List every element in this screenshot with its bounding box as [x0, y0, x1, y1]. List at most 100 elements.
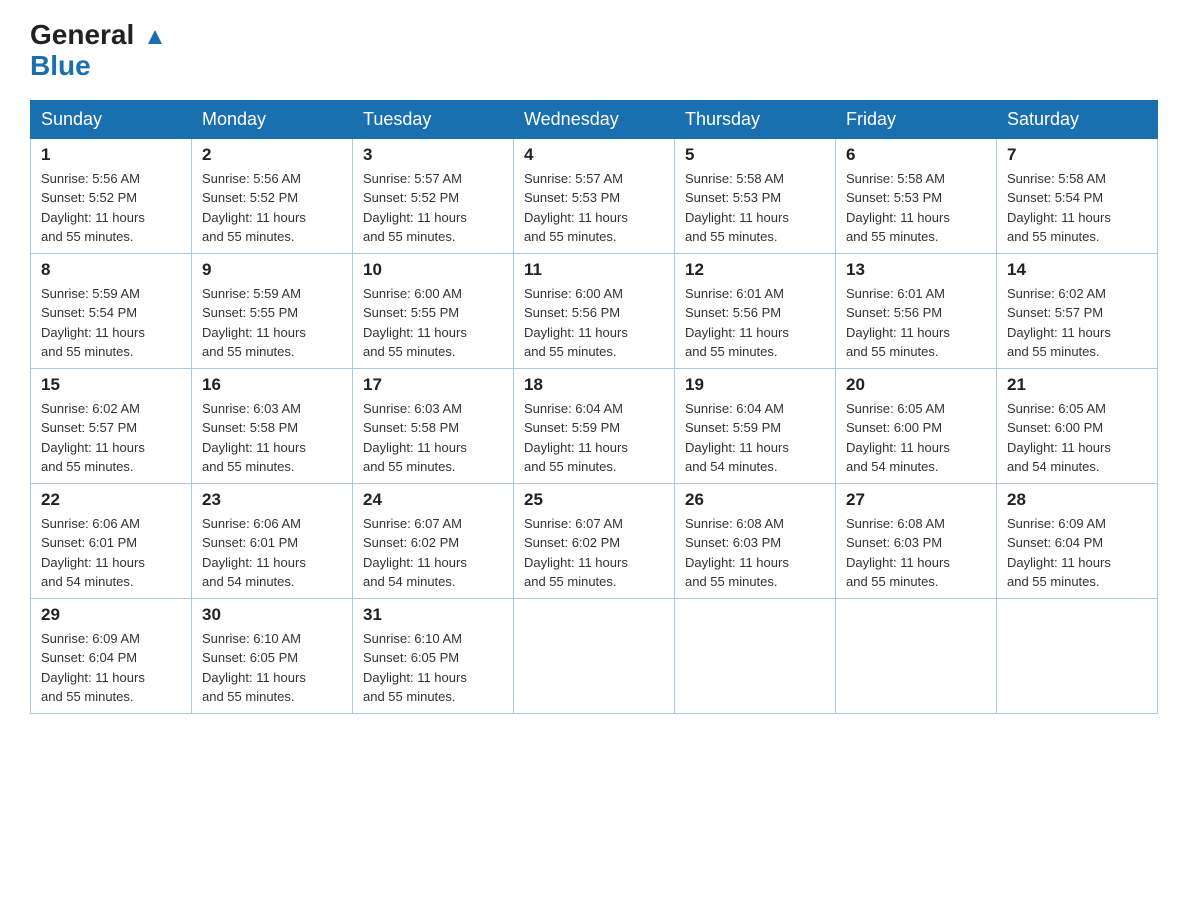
calendar-cell: 5 Sunrise: 5:58 AMSunset: 5:53 PMDayligh…	[675, 138, 836, 253]
day-info: Sunrise: 6:00 AMSunset: 5:55 PMDaylight:…	[363, 286, 467, 360]
day-number: 8	[41, 260, 181, 280]
calendar-cell: 9 Sunrise: 5:59 AMSunset: 5:55 PMDayligh…	[192, 253, 353, 368]
day-number: 31	[363, 605, 503, 625]
day-info: Sunrise: 6:05 AMSunset: 6:00 PMDaylight:…	[846, 401, 950, 475]
calendar-cell: 15 Sunrise: 6:02 AMSunset: 5:57 PMDaylig…	[31, 368, 192, 483]
day-info: Sunrise: 6:07 AMSunset: 6:02 PMDaylight:…	[524, 516, 628, 590]
day-header-wednesday: Wednesday	[514, 100, 675, 138]
day-header-thursday: Thursday	[675, 100, 836, 138]
day-info: Sunrise: 6:02 AMSunset: 5:57 PMDaylight:…	[41, 401, 145, 475]
calendar-cell: 19 Sunrise: 6:04 AMSunset: 5:59 PMDaylig…	[675, 368, 836, 483]
week-row: 15 Sunrise: 6:02 AMSunset: 5:57 PMDaylig…	[31, 368, 1158, 483]
day-info: Sunrise: 6:02 AMSunset: 5:57 PMDaylight:…	[1007, 286, 1111, 360]
day-number: 12	[685, 260, 825, 280]
calendar-cell: 31 Sunrise: 6:10 AMSunset: 6:05 PMDaylig…	[353, 598, 514, 713]
day-info: Sunrise: 5:58 AMSunset: 5:54 PMDaylight:…	[1007, 171, 1111, 245]
day-info: Sunrise: 6:03 AMSunset: 5:58 PMDaylight:…	[363, 401, 467, 475]
day-number: 28	[1007, 490, 1147, 510]
calendar-cell: 6 Sunrise: 5:58 AMSunset: 5:53 PMDayligh…	[836, 138, 997, 253]
calendar-cell: 8 Sunrise: 5:59 AMSunset: 5:54 PMDayligh…	[31, 253, 192, 368]
day-info: Sunrise: 6:01 AMSunset: 5:56 PMDaylight:…	[685, 286, 789, 360]
calendar-cell: 29 Sunrise: 6:09 AMSunset: 6:04 PMDaylig…	[31, 598, 192, 713]
logo-general-text: General	[30, 20, 166, 51]
day-info: Sunrise: 6:03 AMSunset: 5:58 PMDaylight:…	[202, 401, 306, 475]
day-number: 20	[846, 375, 986, 395]
day-number: 18	[524, 375, 664, 395]
day-info: Sunrise: 6:08 AMSunset: 6:03 PMDaylight:…	[846, 516, 950, 590]
day-number: 2	[202, 145, 342, 165]
day-number: 16	[202, 375, 342, 395]
day-info: Sunrise: 6:09 AMSunset: 6:04 PMDaylight:…	[1007, 516, 1111, 590]
day-number: 25	[524, 490, 664, 510]
calendar-table: SundayMondayTuesdayWednesdayThursdayFrid…	[30, 100, 1158, 714]
calendar-cell: 27 Sunrise: 6:08 AMSunset: 6:03 PMDaylig…	[836, 483, 997, 598]
day-number: 17	[363, 375, 503, 395]
day-number: 4	[524, 145, 664, 165]
day-number: 1	[41, 145, 181, 165]
day-number: 13	[846, 260, 986, 280]
calendar-cell: 11 Sunrise: 6:00 AMSunset: 5:56 PMDaylig…	[514, 253, 675, 368]
day-info: Sunrise: 6:06 AMSunset: 6:01 PMDaylight:…	[202, 516, 306, 590]
day-header-saturday: Saturday	[997, 100, 1158, 138]
week-row: 1 Sunrise: 5:56 AMSunset: 5:52 PMDayligh…	[31, 138, 1158, 253]
calendar-cell: 25 Sunrise: 6:07 AMSunset: 6:02 PMDaylig…	[514, 483, 675, 598]
day-header-monday: Monday	[192, 100, 353, 138]
calendar-cell: 16 Sunrise: 6:03 AMSunset: 5:58 PMDaylig…	[192, 368, 353, 483]
calendar-cell: 23 Sunrise: 6:06 AMSunset: 6:01 PMDaylig…	[192, 483, 353, 598]
day-number: 14	[1007, 260, 1147, 280]
calendar-cell: 10 Sunrise: 6:00 AMSunset: 5:55 PMDaylig…	[353, 253, 514, 368]
day-info: Sunrise: 5:57 AMSunset: 5:53 PMDaylight:…	[524, 171, 628, 245]
day-info: Sunrise: 6:08 AMSunset: 6:03 PMDaylight:…	[685, 516, 789, 590]
day-number: 15	[41, 375, 181, 395]
day-info: Sunrise: 6:09 AMSunset: 6:04 PMDaylight:…	[41, 631, 145, 705]
day-info: Sunrise: 6:10 AMSunset: 6:05 PMDaylight:…	[202, 631, 306, 705]
calendar-cell: 4 Sunrise: 5:57 AMSunset: 5:53 PMDayligh…	[514, 138, 675, 253]
logo: General Blue	[30, 20, 166, 82]
day-number: 11	[524, 260, 664, 280]
calendar-cell	[514, 598, 675, 713]
week-row: 29 Sunrise: 6:09 AMSunset: 6:04 PMDaylig…	[31, 598, 1158, 713]
week-row: 8 Sunrise: 5:59 AMSunset: 5:54 PMDayligh…	[31, 253, 1158, 368]
day-info: Sunrise: 6:07 AMSunset: 6:02 PMDaylight:…	[363, 516, 467, 590]
day-header-friday: Friday	[836, 100, 997, 138]
day-info: Sunrise: 5:56 AMSunset: 5:52 PMDaylight:…	[202, 171, 306, 245]
calendar-cell	[997, 598, 1158, 713]
header-row: SundayMondayTuesdayWednesdayThursdayFrid…	[31, 100, 1158, 138]
calendar-cell: 1 Sunrise: 5:56 AMSunset: 5:52 PMDayligh…	[31, 138, 192, 253]
day-number: 10	[363, 260, 503, 280]
day-number: 19	[685, 375, 825, 395]
calendar-cell: 18 Sunrise: 6:04 AMSunset: 5:59 PMDaylig…	[514, 368, 675, 483]
calendar-cell: 24 Sunrise: 6:07 AMSunset: 6:02 PMDaylig…	[353, 483, 514, 598]
calendar-cell	[836, 598, 997, 713]
day-info: Sunrise: 6:04 AMSunset: 5:59 PMDaylight:…	[685, 401, 789, 475]
day-info: Sunrise: 6:04 AMSunset: 5:59 PMDaylight:…	[524, 401, 628, 475]
day-number: 27	[846, 490, 986, 510]
day-info: Sunrise: 5:59 AMSunset: 5:55 PMDaylight:…	[202, 286, 306, 360]
calendar-cell: 13 Sunrise: 6:01 AMSunset: 5:56 PMDaylig…	[836, 253, 997, 368]
day-info: Sunrise: 6:01 AMSunset: 5:56 PMDaylight:…	[846, 286, 950, 360]
day-info: Sunrise: 5:59 AMSunset: 5:54 PMDaylight:…	[41, 286, 145, 360]
day-number: 30	[202, 605, 342, 625]
calendar-cell: 20 Sunrise: 6:05 AMSunset: 6:00 PMDaylig…	[836, 368, 997, 483]
day-info: Sunrise: 5:56 AMSunset: 5:52 PMDaylight:…	[41, 171, 145, 245]
day-number: 26	[685, 490, 825, 510]
calendar-cell: 22 Sunrise: 6:06 AMSunset: 6:01 PMDaylig…	[31, 483, 192, 598]
day-number: 23	[202, 490, 342, 510]
calendar-cell: 12 Sunrise: 6:01 AMSunset: 5:56 PMDaylig…	[675, 253, 836, 368]
day-number: 29	[41, 605, 181, 625]
day-info: Sunrise: 5:58 AMSunset: 5:53 PMDaylight:…	[685, 171, 789, 245]
page-header: General Blue	[30, 20, 1158, 82]
week-row: 22 Sunrise: 6:06 AMSunset: 6:01 PMDaylig…	[31, 483, 1158, 598]
calendar-cell: 21 Sunrise: 6:05 AMSunset: 6:00 PMDaylig…	[997, 368, 1158, 483]
calendar-cell: 14 Sunrise: 6:02 AMSunset: 5:57 PMDaylig…	[997, 253, 1158, 368]
day-number: 21	[1007, 375, 1147, 395]
calendar-cell: 7 Sunrise: 5:58 AMSunset: 5:54 PMDayligh…	[997, 138, 1158, 253]
calendar-cell: 26 Sunrise: 6:08 AMSunset: 6:03 PMDaylig…	[675, 483, 836, 598]
day-number: 6	[846, 145, 986, 165]
day-number: 22	[41, 490, 181, 510]
day-info: Sunrise: 5:58 AMSunset: 5:53 PMDaylight:…	[846, 171, 950, 245]
calendar-cell: 2 Sunrise: 5:56 AMSunset: 5:52 PMDayligh…	[192, 138, 353, 253]
calendar-cell: 3 Sunrise: 5:57 AMSunset: 5:52 PMDayligh…	[353, 138, 514, 253]
day-info: Sunrise: 6:06 AMSunset: 6:01 PMDaylight:…	[41, 516, 145, 590]
day-info: Sunrise: 6:00 AMSunset: 5:56 PMDaylight:…	[524, 286, 628, 360]
